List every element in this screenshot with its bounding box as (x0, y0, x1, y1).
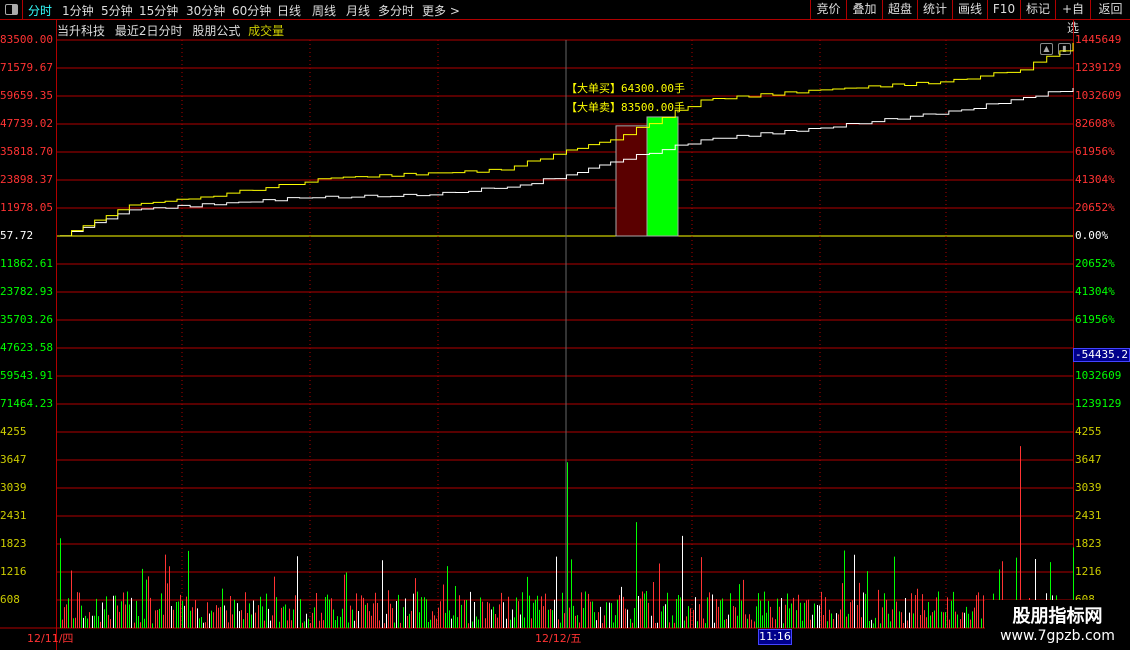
percent-axis-label: 1239129 (1075, 61, 1122, 74)
watermark-logo: 股朋指标网 www.7gpzb.com (985, 600, 1130, 650)
price-axis-label: 35703.26 (0, 313, 53, 326)
date-label-day1: 12/11/四 (27, 632, 74, 645)
percent-axis-label: 61956% (1075, 145, 1115, 158)
price-axis-label: 47623.58 (0, 341, 53, 354)
volume-axis-label-right: 1823 (1075, 537, 1102, 550)
price-axis-label: 71464.23 (0, 397, 53, 410)
price-axis-label: 59543.91 (0, 369, 53, 382)
price-axis-label: 35818.70 (0, 145, 53, 158)
big-sell-label: 【大单卖】83500.00手 (566, 101, 685, 114)
volume-axis-label: 2431 (0, 509, 27, 522)
volume-axis-label-right: 3039 (1075, 481, 1102, 494)
big-buy-label: 【大单买】64300.00手 (566, 82, 685, 95)
cursor-time-readout: 11:16 (758, 629, 792, 645)
volume-axis-label: 608 (0, 593, 20, 606)
volume-axis-label-right: 3647 (1075, 453, 1102, 466)
percent-axis-label: 1445649 (1075, 33, 1122, 46)
price-axis-label: 23898.37 (0, 173, 53, 186)
percent-axis-label: 1032609 (1075, 89, 1122, 102)
price-axis-label: 11978.05 (0, 201, 53, 214)
percent-axis-label: 1032609 (1075, 369, 1122, 382)
volume-axis-label: 4255 (0, 425, 27, 438)
big-sell-bar (615, 125, 648, 237)
volume-axis-label: 3039 (0, 481, 27, 494)
volume-axis-label-right: 4255 (1075, 425, 1102, 438)
price-axis-label: 59659.35 (0, 89, 53, 102)
percent-axis-label: 61956% (1075, 313, 1115, 326)
watermark-url: www.7gpzb.com (1000, 628, 1115, 644)
price-axis-label: 47739.02 (0, 117, 53, 130)
price-axis-label: 71579.67 (0, 61, 53, 74)
volume-axis-label: 1216 (0, 565, 27, 578)
percent-axis-label: 20652% (1075, 201, 1115, 214)
percent-axis-label: 41304% (1075, 285, 1115, 298)
percent-axis-label: 82608% (1075, 117, 1115, 130)
price-axis-label: 23782.93 (0, 285, 53, 298)
volume-axis-label-right: 1216 (1075, 565, 1102, 578)
percent-axis-label: 20652% (1075, 257, 1115, 270)
volume-axis-label-right: 2431 (1075, 509, 1102, 522)
price-axis-label: 11862.61 (0, 257, 53, 270)
watermark-title: 股朋指标网 (1012, 606, 1103, 627)
percent-axis-label: 1239129 (1075, 397, 1122, 410)
percent-axis-label: 41304% (1075, 173, 1115, 186)
intraday-chart (0, 20, 1130, 650)
cursor-value-readout: -54435.2 (1073, 348, 1130, 362)
big-buy-bar (646, 116, 679, 237)
date-label-day2: 12/12/五 (535, 632, 582, 645)
price-axis-label: 83500.00 (0, 33, 53, 46)
volume-axis-label: 3647 (0, 453, 27, 466)
percent-axis-label: 0.00% (1075, 229, 1109, 242)
volume-axis-label: 1823 (0, 537, 27, 550)
price-axis-label: 57.72 (0, 229, 34, 242)
